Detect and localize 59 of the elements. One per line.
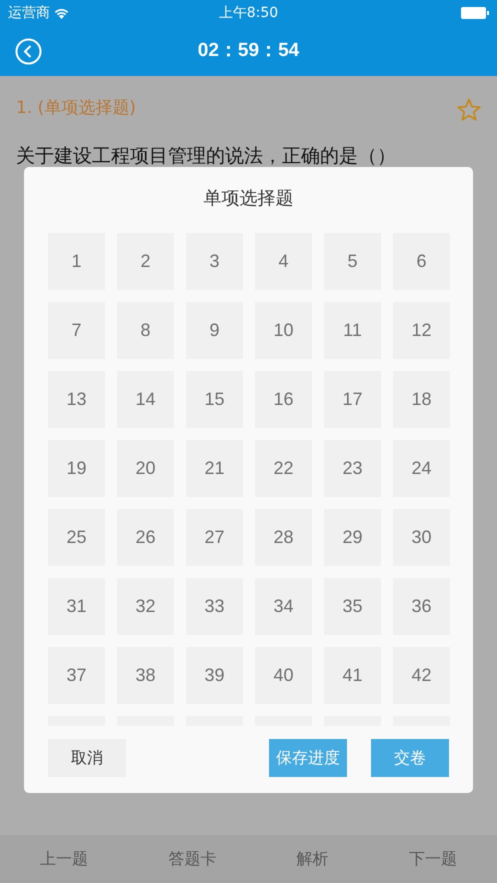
question-number-cell[interactable]: 32 (117, 578, 174, 635)
question-number-cell[interactable]: 4 (255, 233, 312, 290)
submit-button[interactable]: 保存进度 (269, 739, 347, 777)
question-number-cell[interactable]: 3 (186, 233, 243, 290)
question-number-cell[interactable]: 11 (324, 302, 381, 359)
question-number-cell[interactable]: 9 (186, 302, 243, 359)
question-number-cell[interactable]: 8 (117, 302, 174, 359)
question-number-cell[interactable]: 36 (393, 578, 450, 635)
nav-tab[interactable]: 答题卡 (162, 846, 222, 872)
back-icon[interactable] (15, 38, 42, 65)
cancel-button[interactable]: 取消 (48, 739, 126, 777)
question-number-cell[interactable]: 1 (48, 233, 105, 290)
question-number-cell[interactable]: 25 (48, 509, 105, 566)
question-number-cell[interactable]: 19 (48, 440, 105, 497)
question-number-cell[interactable]: 23 (324, 440, 381, 497)
question-number-cell[interactable]: 5 (324, 233, 381, 290)
question-type-label: 1. (单项选择题) (16, 97, 136, 120)
question-number-cell[interactable]: 26 (117, 509, 174, 566)
question-number-cell[interactable]: 7 (48, 302, 105, 359)
question-number-cell[interactable]: 27 (186, 509, 243, 566)
status-time: 上午8:50 (218, 4, 278, 20)
battery-icon (461, 7, 489, 19)
question-number-cell[interactable]: 29 (324, 509, 381, 566)
question-number-cell[interactable]: 38 (117, 647, 174, 704)
nav-tab[interactable]: 解析 (290, 846, 335, 872)
countdown-timer: 02：59：54 (198, 40, 300, 61)
question-number-cell[interactable]: 17 (324, 371, 381, 428)
question-number-cell[interactable]: 28 (255, 509, 312, 566)
question-number-cell[interactable]: 37 (48, 647, 105, 704)
question-number-cell[interactable]: 15 (186, 371, 243, 428)
carrier-name: 运营商 (8, 4, 50, 22)
question-number-cell[interactable]: 18 (393, 371, 450, 428)
question-number-cell[interactable]: 20 (117, 440, 174, 497)
question-number-cell[interactable]: 6 (393, 233, 450, 290)
question-number-cell[interactable]: 13 (48, 371, 105, 428)
question-number-cell[interactable]: 22 (255, 440, 312, 497)
question-number-cell[interactable]: 34 (255, 578, 312, 635)
question-number-cell[interactable]: 14 (117, 371, 174, 428)
nav-tab[interactable]: 下一题 (402, 846, 463, 872)
submit-button[interactable]: 交卷 (371, 739, 449, 777)
question-number-cell[interactable]: 21 (186, 440, 243, 497)
question-number-cell[interactable]: 42 (393, 647, 450, 704)
question-number-cell[interactable]: 35 (324, 578, 381, 635)
question-text: 关于建设工程项目管理的说法，正确的是（） (16, 144, 397, 169)
wifi-icon (54, 8, 69, 18)
question-number-cell[interactable]: 41 (324, 647, 381, 704)
question-number-cell[interactable]: 40 (255, 647, 312, 704)
star-icon[interactable] (457, 98, 481, 120)
dialog-title: 单项选择题 (204, 186, 294, 210)
question-number-cell[interactable]: 16 (255, 371, 312, 428)
question-number-cell[interactable]: 12 (393, 302, 450, 359)
question-number-cell[interactable]: 30 (393, 509, 450, 566)
question-number-cell[interactable]: 31 (48, 578, 105, 635)
question-number-cell[interactable]: 24 (393, 440, 450, 497)
question-number-cell[interactable]: 10 (255, 302, 312, 359)
question-number-cell[interactable]: 2 (117, 233, 174, 290)
nav-tab[interactable]: 上一题 (34, 846, 94, 872)
question-number-cell[interactable]: 39 (186, 647, 243, 704)
question-number-cell[interactable]: 33 (186, 578, 243, 635)
